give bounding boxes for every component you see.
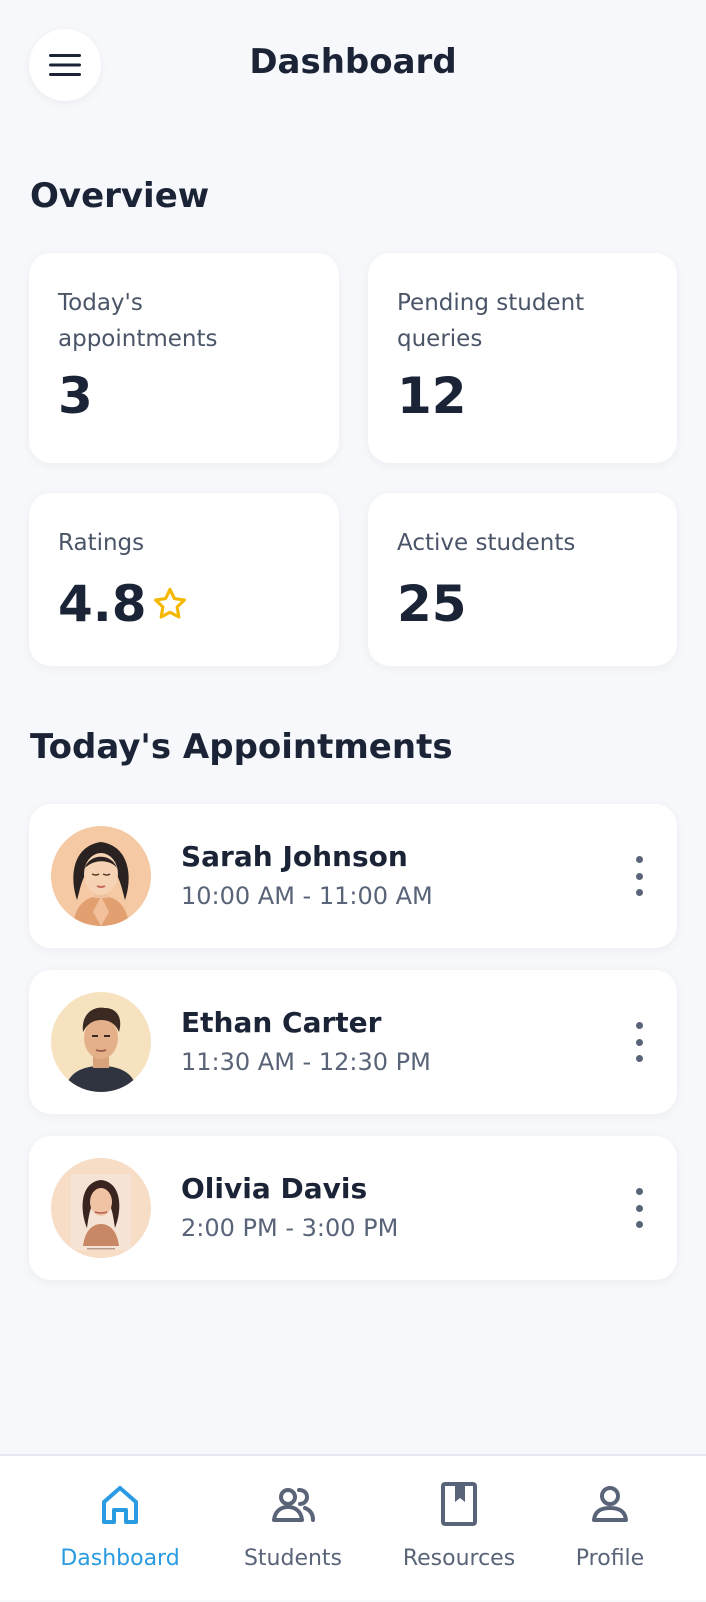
student-name: Ethan Carter	[181, 1006, 382, 1039]
bottom-navigation: Dashboard Students Resources Profile	[0, 1454, 706, 1600]
page-title: Dashboard	[249, 42, 457, 82]
avatar	[51, 826, 151, 926]
home-icon	[102, 1486, 138, 1524]
more-options-icon[interactable]	[629, 1022, 649, 1062]
nav-label: Profile	[575, 1546, 645, 1571]
appointment-time: 10:00 AM - 11:00 AM	[181, 882, 433, 910]
appointment-item[interactable]: Sarah Johnson 10:00 AM - 11:00 AM	[29, 804, 677, 948]
student-name: Sarah Johnson	[181, 840, 408, 873]
stat-card-appointments[interactable]: Today's appointments 3	[29, 253, 339, 463]
appointments-heading: Today's Appointments	[30, 727, 453, 767]
stat-card-ratings[interactable]: Ratings 4.8	[29, 493, 339, 666]
more-options-icon[interactable]	[629, 856, 649, 896]
appointment-item[interactable]: Olivia Davis 2:00 PM - 3:00 PM	[29, 1136, 677, 1280]
nav-label: Students	[243, 1546, 343, 1571]
stat-value: 12	[397, 367, 467, 425]
appointment-time: 2:00 PM - 3:00 PM	[181, 1214, 399, 1242]
stat-label: Today's appointments	[58, 290, 218, 352]
stat-label: Pending student queries	[397, 290, 585, 352]
stat-value: 25	[397, 575, 467, 633]
user-icon	[592, 1486, 628, 1522]
student-name: Olivia Davis	[181, 1172, 368, 1205]
app-header: Dashboard	[0, 0, 706, 130]
stat-card-pending-queries[interactable]: Pending student queries 12	[368, 253, 677, 463]
nav-label: Dashboard	[60, 1546, 180, 1571]
stat-label: Ratings	[58, 530, 145, 556]
nav-item-profile[interactable]: Profile	[535, 1456, 685, 1602]
nav-item-dashboard[interactable]: Dashboard	[45, 1456, 195, 1602]
stat-card-active-students[interactable]: Active students 25	[368, 493, 677, 666]
avatar	[51, 992, 151, 1092]
stat-label: Active students	[397, 530, 576, 556]
nav-item-resources[interactable]: Resources	[384, 1456, 534, 1602]
bookmark-book-icon	[441, 1482, 477, 1526]
users-icon	[272, 1488, 315, 1522]
appointment-item[interactable]: Ethan Carter 11:30 AM - 12:30 PM	[29, 970, 677, 1114]
nav-item-students[interactable]: Students	[218, 1456, 368, 1602]
stat-value: 4.8	[58, 575, 147, 633]
stat-value: 3	[58, 367, 93, 425]
more-options-icon[interactable]	[629, 1188, 649, 1228]
star-outline-icon	[154, 587, 186, 619]
nav-label: Resources	[402, 1546, 516, 1571]
avatar	[51, 1158, 151, 1258]
overview-heading: Overview	[30, 176, 210, 216]
appointment-time: 11:30 AM - 12:30 PM	[181, 1048, 431, 1076]
